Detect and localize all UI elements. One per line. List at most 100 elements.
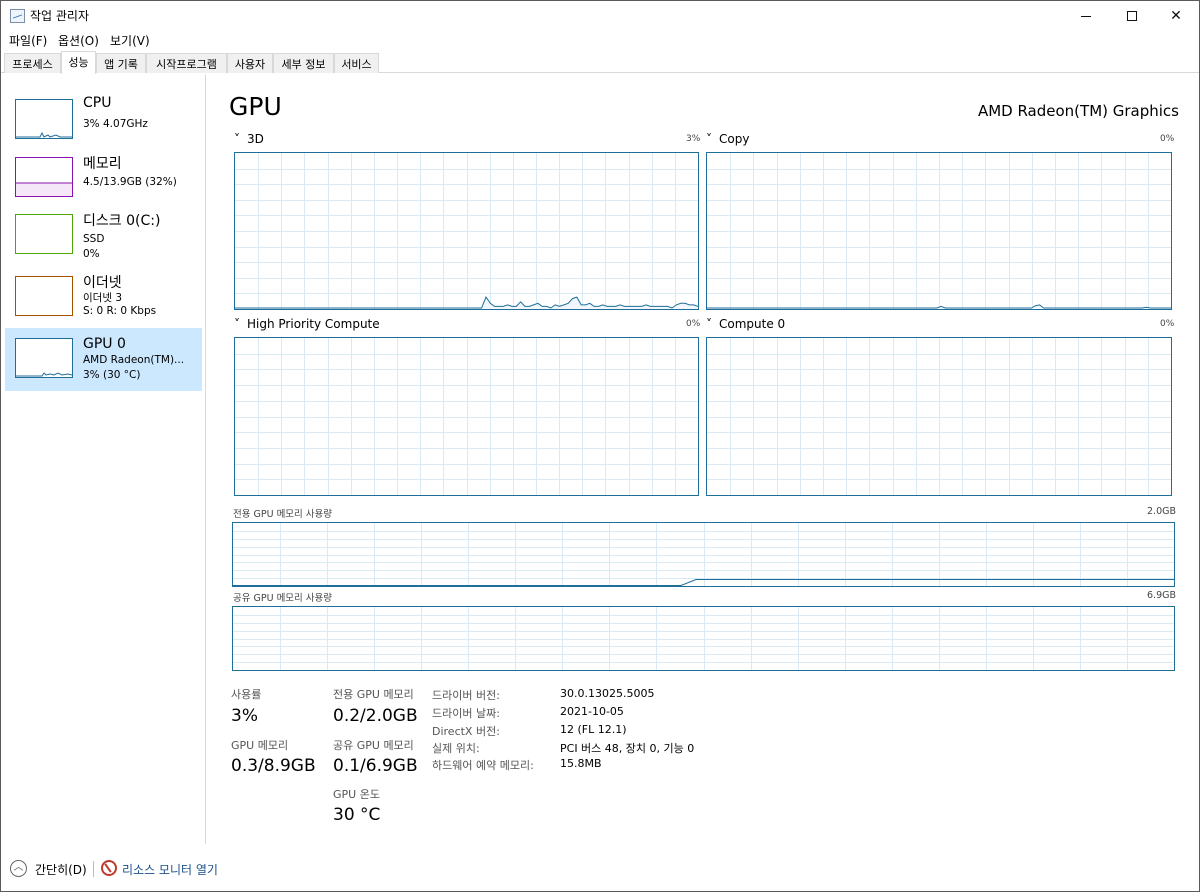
dedicated-memory-max: 2.0GB — [1147, 506, 1176, 517]
chevron-down-icon[interactable]: ˅ — [234, 132, 240, 146]
shared-memory-chart — [232, 606, 1175, 671]
title-bar: 작업 관리자 ✕ — [1, 1, 1199, 31]
sidebar-item-title: GPU 0 — [83, 336, 126, 352]
driver-date-key: 드라이버 날짜: — [432, 707, 500, 720]
engine-compute-percent: 0% — [1160, 319, 1175, 329]
menu-file[interactable]: 파일(F) — [9, 32, 47, 49]
cpu-thumbnail-graph — [15, 99, 73, 139]
physical-location-key: 실제 위치: — [432, 742, 480, 755]
gpu-detail-panel: GPU AMD Radeon(TM) Graphics ˅ 3D 3% ˅ Co… — [206, 74, 1199, 844]
engine-copy-percent: 0% — [1160, 134, 1175, 144]
utilization-label: 사용률 — [231, 688, 262, 701]
window-title: 작업 관리자 — [30, 9, 90, 23]
driver-version-value: 30.0.13025.5005 — [560, 687, 655, 700]
dedicated-memory-chart — [232, 522, 1175, 587]
close-button[interactable]: ✕ — [1153, 1, 1199, 31]
chevron-down-icon[interactable]: ˅ — [234, 317, 240, 331]
gpu-temp-label: GPU 온도 — [333, 788, 380, 801]
sidebar-item-detail: SSD — [83, 233, 105, 245]
tab-services[interactable]: 서비스 — [334, 53, 379, 73]
tab-performance[interactable]: 성능 — [61, 51, 96, 74]
tab-startup[interactable]: 시작프로그램 — [146, 53, 227, 73]
reserved-memory-value: 15.8MB — [560, 757, 602, 770]
sidebar-item-ethernet[interactable]: 이더넷 이더넷 3 S: 0 R: 0 Kbps — [5, 266, 202, 329]
gpu-memory-value: 0.3/8.9GB — [231, 756, 316, 776]
dedicated-memory-stat-value: 0.2/2.0GB — [333, 706, 418, 726]
driver-date-value: 2021-10-05 — [560, 705, 624, 718]
task-manager-window: 작업 관리자 ✕ 파일(F) 옵션(O) 보기(V) 프로세스 성능 앱 기록 … — [0, 0, 1200, 892]
physical-location-value: PCI 버스 48, 장치 0, 기능 0 — [560, 742, 695, 755]
tab-processes[interactable]: 프로세스 — [4, 53, 61, 73]
engine-hpc-chart — [234, 337, 699, 496]
gpu-temp-value: 30 °C — [333, 805, 381, 825]
engine-3d-chart — [234, 152, 699, 310]
maximize-button[interactable] — [1109, 1, 1155, 31]
sidebar-item-title: 이더넷 — [83, 275, 122, 291]
dedicated-memory-stat-label: 전용 GPU 메모리 — [333, 688, 414, 701]
sidebar-item-detail: 3% 4.07GHz — [83, 118, 148, 130]
engine-3d-percent: 3% — [686, 134, 701, 144]
engine-hpc-label[interactable]: High Priority Compute — [247, 317, 380, 331]
footer-bar: ︿ 간단히(D) 리소스 모니터 열기 — [1, 849, 1199, 891]
engine-compute-label[interactable]: Compute 0 — [719, 317, 785, 331]
ethernet-thumbnail-graph — [15, 276, 73, 316]
disk-thumbnail-graph — [15, 214, 73, 254]
chevron-down-icon[interactable]: ˅ — [706, 317, 712, 331]
gpu-memory-label: GPU 메모리 — [231, 739, 289, 752]
sidebar-item-gpu[interactable]: GPU 0 AMD Radeon(TM)... 3% (30 °C) — [5, 328, 202, 391]
menu-bar: 파일(F) 옵션(O) 보기(V) — [1, 31, 1199, 49]
dedicated-memory-graph — [233, 523, 1174, 586]
dedicated-memory-label: 전용 GPU 메모리 사용량 — [233, 509, 333, 520]
engine-copy-label[interactable]: Copy — [719, 132, 749, 146]
shared-memory-max: 6.9GB — [1147, 590, 1176, 601]
sidebar-item-usage: 0% — [83, 248, 100, 260]
sidebar-item-title: 메모리 — [83, 156, 122, 172]
resource-monitor-icon[interactable] — [101, 860, 117, 876]
sidebar-item-title: CPU — [83, 95, 112, 111]
sidebar-item-disk[interactable]: 디스크 0(C:) SSD 0% — [5, 204, 202, 267]
sidebar-item-detail: 4.5/13.9GB (32%) — [83, 176, 177, 188]
shared-memory-graph — [233, 607, 1174, 670]
minimize-icon — [1081, 15, 1091, 17]
gpu-thumbnail-graph — [15, 338, 73, 378]
task-manager-icon — [10, 9, 25, 23]
menu-options[interactable]: 옵션(O) — [58, 32, 99, 49]
directx-version-value: 12 (FL 12.1) — [560, 723, 627, 736]
shared-memory-label: 공유 GPU 메모리 사용량 — [233, 593, 333, 604]
maximize-icon — [1127, 11, 1137, 21]
engine-hpc-graph — [235, 338, 698, 495]
engine-3d-label[interactable]: 3D — [247, 132, 264, 146]
driver-version-key: 드라이버 버전: — [432, 689, 500, 702]
utilization-value: 3% — [231, 706, 258, 726]
sidebar-item-title: 디스크 0(C:) — [83, 213, 161, 229]
tab-details[interactable]: 세부 정보 — [273, 53, 334, 73]
minimize-button[interactable] — [1063, 1, 1109, 31]
tab-users[interactable]: 사용자 — [227, 53, 273, 73]
engine-copy-graph — [707, 153, 1171, 309]
menu-view[interactable]: 보기(V) — [110, 32, 150, 49]
sidebar-item-detail: AMD Radeon(TM)... — [83, 354, 185, 366]
page-title: GPU — [229, 92, 282, 121]
engine-compute-chart — [706, 337, 1172, 496]
tab-bar: 프로세스 성능 앱 기록 시작프로그램 사용자 세부 정보 서비스 — [1, 51, 1199, 74]
directx-version-key: DirectX 버전: — [432, 725, 500, 738]
shared-memory-stat-value: 0.1/6.9GB — [333, 756, 418, 776]
engine-copy-chart — [706, 152, 1172, 310]
resource-sidebar: CPU 3% 4.07GHz 메모리 4.5/13.9GB (32%) 디스크 … — [1, 74, 206, 844]
sidebar-item-memory[interactable]: 메모리 4.5/13.9GB (32%) — [5, 147, 202, 210]
tab-app-history[interactable]: 앱 기록 — [96, 53, 146, 73]
engine-hpc-percent: 0% — [686, 319, 701, 329]
engine-compute-graph — [707, 338, 1171, 495]
chevron-down-icon[interactable]: ˅ — [706, 132, 712, 146]
footer-divider — [93, 861, 94, 877]
resource-monitor-link[interactable]: 리소스 모니터 열기 — [122, 861, 218, 878]
memory-thumbnail-graph — [15, 157, 73, 197]
chevron-up-icon[interactable]: ︿ — [10, 860, 27, 877]
reserved-memory-key: 하드웨어 예약 메모리: — [432, 759, 534, 772]
sidebar-item-detail: 이더넷 3 — [83, 292, 122, 304]
close-icon: ✕ — [1170, 8, 1182, 24]
fewer-details-link[interactable]: 간단히(D) — [35, 861, 87, 878]
engine-3d-graph — [235, 153, 699, 309]
sidebar-item-throughput: S: 0 R: 0 Kbps — [83, 305, 157, 317]
sidebar-item-cpu[interactable]: CPU 3% 4.07GHz — [5, 89, 202, 152]
